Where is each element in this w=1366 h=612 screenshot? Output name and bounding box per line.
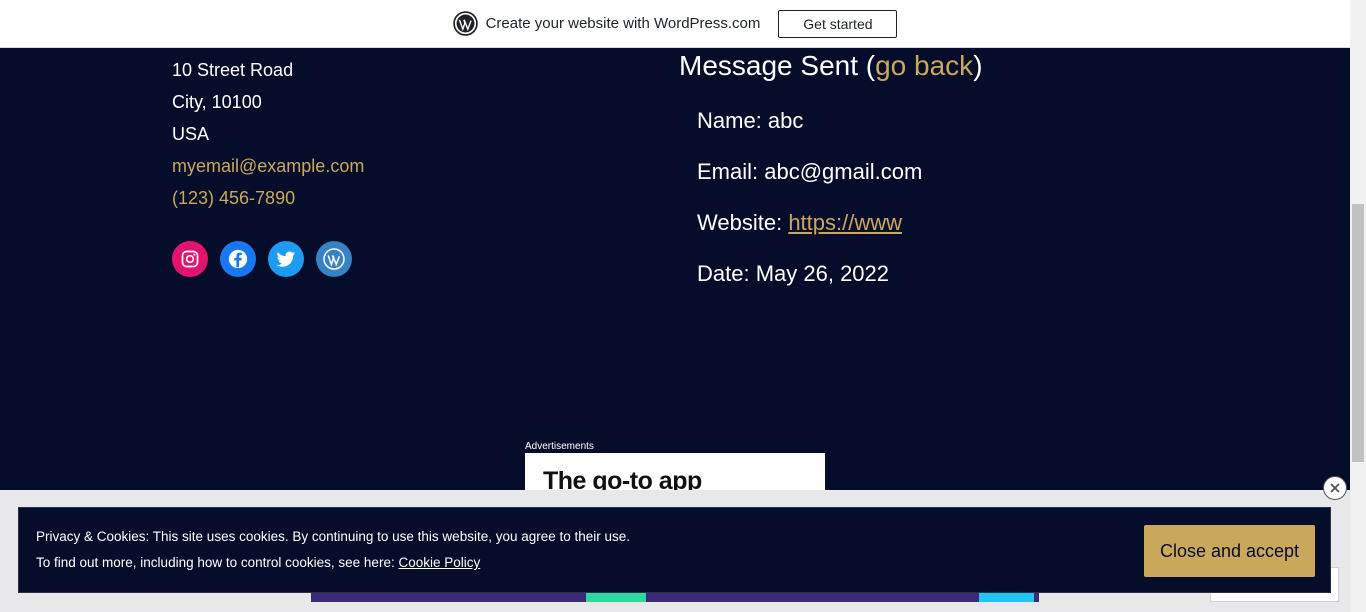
ad-graphic-cyan xyxy=(979,592,1034,602)
twitter-icon[interactable] xyxy=(268,241,304,277)
address-street: 10 Street Road xyxy=(172,60,294,80)
date-field: Date: May 26, 2022 xyxy=(697,261,890,286)
phone-link[interactable]: (123) 456-7890 xyxy=(172,182,364,214)
website-field: Website: https://www xyxy=(697,208,922,259)
message-title-prefix: Message Sent ( xyxy=(679,50,876,81)
close-ad-icon[interactable] xyxy=(1323,476,1347,500)
cookie-banner: Privacy & Cookies: This site uses cookie… xyxy=(18,507,1331,593)
go-back-link[interactable]: go back xyxy=(875,50,973,81)
social-links xyxy=(172,241,352,277)
email-link[interactable]: myemail@example.com xyxy=(172,150,364,182)
name-field: Name: abc xyxy=(697,108,804,133)
wordpress-promo-bar: Create your website with WordPress.com G… xyxy=(0,0,1350,48)
cookie-policy-link[interactable]: Cookie Policy xyxy=(398,555,480,570)
website-label: Website: xyxy=(697,210,789,235)
wordpress-promo-text: Create your website with WordPress.com xyxy=(485,15,761,32)
message-title-suffix: ) xyxy=(973,50,983,81)
close-and-accept-button[interactable]: Close and accept xyxy=(1144,525,1315,577)
facebook-icon[interactable] xyxy=(220,241,256,277)
get-started-button[interactable]: Get started xyxy=(778,9,898,38)
cookie-text-line1: Privacy & Cookies: This site uses cookie… xyxy=(36,529,631,544)
email-field: Email: abc@gmail.com xyxy=(697,159,923,184)
advertisements-label: Advertisements xyxy=(525,441,594,452)
cookie-text-prefix: To find out more, including how to contr… xyxy=(36,555,399,570)
message-fields: Name: abc Email: abc@gmail.com Website: … xyxy=(697,106,922,310)
website-link[interactable]: https://www xyxy=(788,210,902,235)
instagram-icon[interactable] xyxy=(172,241,208,277)
page-scrollbar[interactable] xyxy=(1350,0,1366,612)
cookie-text-line2: To find out more, including how to contr… xyxy=(36,555,480,570)
address-country: USA xyxy=(172,124,210,144)
wordpress-icon[interactable] xyxy=(316,241,352,277)
bottom-ad-banner[interactable] xyxy=(311,592,1039,602)
message-sent-heading: Message Sent (go back) xyxy=(679,50,983,82)
scrollbar-thumb[interactable] xyxy=(1352,204,1364,462)
wordpress-logo-icon xyxy=(452,11,478,36)
ad-graphic-green xyxy=(586,592,646,602)
contact-address: 10 Street Road City, 10100 USA myemail@e… xyxy=(172,54,364,214)
address-city: City, 10100 xyxy=(172,92,262,112)
